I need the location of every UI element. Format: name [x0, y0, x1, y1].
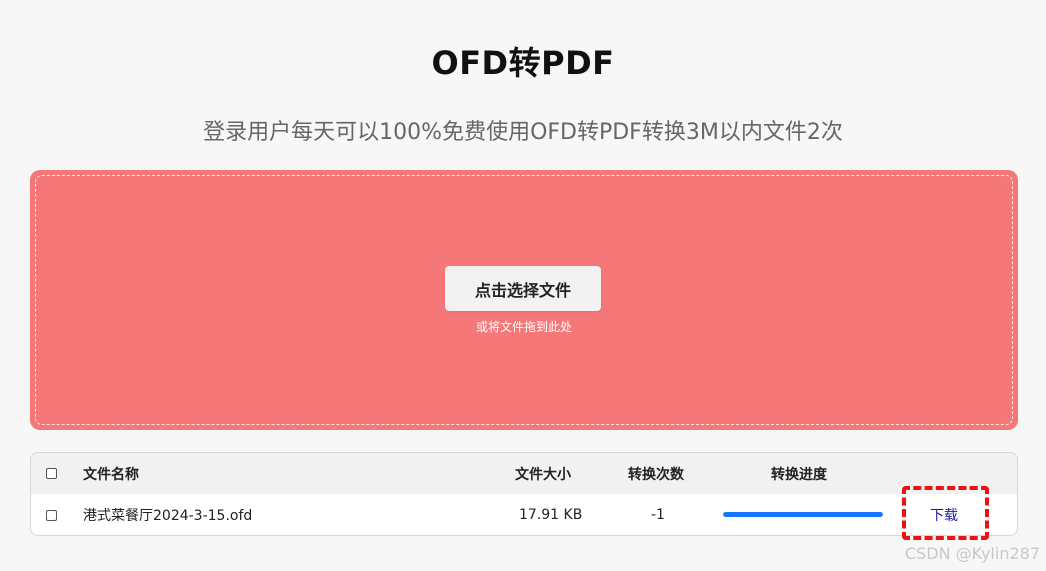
page-subtitle: 登录用户每天可以100%免费使用OFD转PDF转换3M以内文件2次	[203, 120, 843, 145]
file-name: 港式菜餐厅2024-3-15.ofd	[83, 508, 253, 524]
header-convert-progress: 转换进度	[771, 466, 827, 483]
convert-progress-bar	[723, 512, 883, 517]
convert-progress-fill	[723, 512, 883, 517]
header-convert-count: 转换次数	[628, 466, 684, 483]
drop-hint: 或将文件拖到此处	[475, 320, 572, 334]
table-header: 文件名称 文件大小 转换次数 转换进度	[31, 453, 1017, 494]
row-checkbox[interactable]	[46, 509, 57, 521]
header-file-name: 文件名称	[83, 466, 139, 483]
convert-count: -1	[651, 507, 665, 523]
table-row: 港式菜餐厅2024-3-15.ofd 17.91 KB -1 下载	[31, 494, 1017, 535]
file-size: 17.91 KB	[519, 507, 583, 523]
select-all-checkbox[interactable]	[46, 468, 57, 479]
page-title: OFD转PDF	[431, 44, 615, 82]
annotation-highlight-box	[902, 486, 989, 540]
file-dropzone[interactable]: 点击选择文件 或将文件拖到此处	[30, 170, 1018, 430]
watermark: CSDN @Kylin287	[904, 544, 1040, 563]
select-file-button[interactable]: 点击选择文件	[445, 266, 601, 311]
row-select-cell	[46, 494, 57, 535]
select-all-cell	[46, 453, 57, 494]
file-table: 文件名称 文件大小 转换次数 转换进度 港式菜餐厅2024-3-15.ofd 1…	[30, 452, 1018, 536]
header-file-size: 文件大小	[515, 466, 571, 483]
